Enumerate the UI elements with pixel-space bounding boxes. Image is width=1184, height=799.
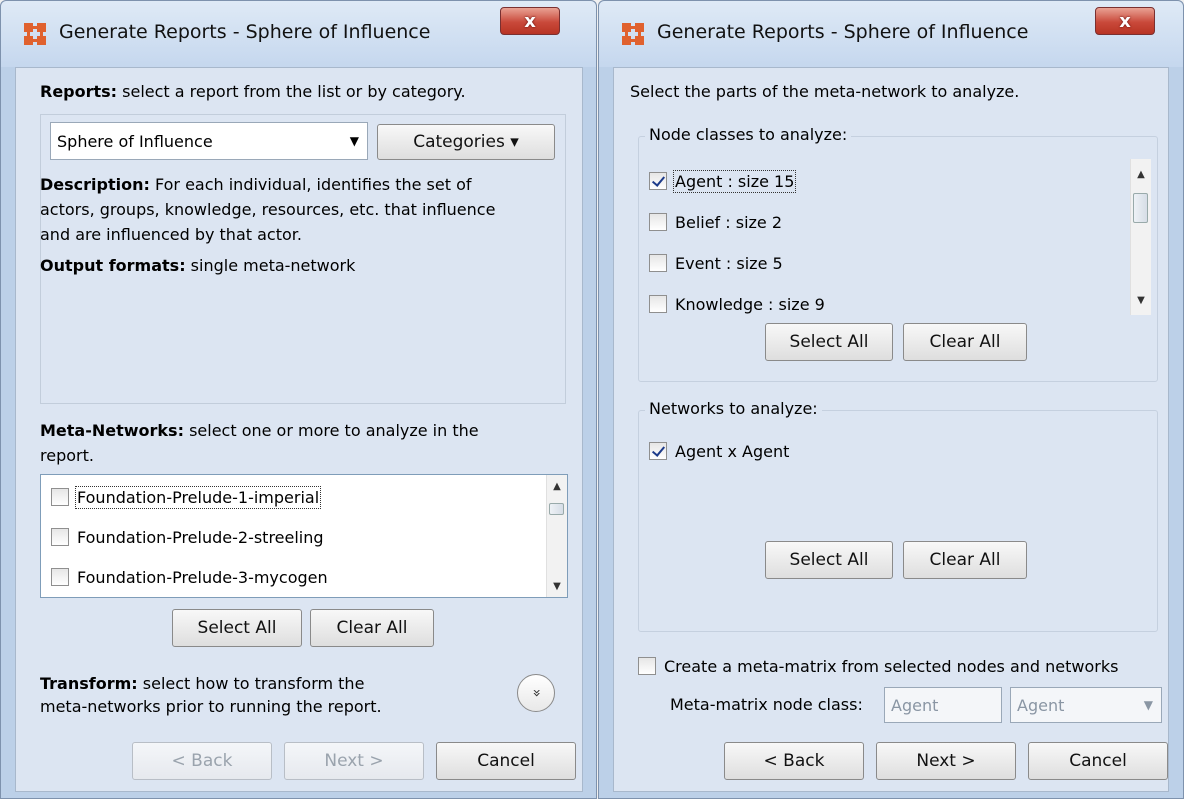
select-all-networks-button[interactable]: Select All [765,541,893,579]
next-button[interactable]: Next > [876,742,1016,780]
close-button[interactable]: x [500,7,560,35]
wizard-content: Select the parts of the meta-network to … [613,67,1169,792]
list-item[interactable]: Knowledge : size 9 [649,288,825,315]
list-item[interactable]: Foundation-Prelude-3-mycogen [51,561,328,593]
checkbox[interactable] [649,442,667,460]
scrollbar[interactable]: ▲ ▼ [546,475,567,597]
output-formats: Output formats: single meta-network [40,256,356,275]
cancel-button[interactable]: Cancel [436,742,576,780]
checkbox[interactable] [638,657,656,675]
scroll-down-icon[interactable]: ▼ [1131,291,1151,309]
window-title: Generate Reports - Sphere of Influence [657,21,1029,43]
report-select[interactable]: Sphere of Influence ▼ [50,122,368,160]
networks-title: Networks to analyze: [645,399,822,418]
list-item[interactable]: Agent : size 15 [649,165,797,197]
list-item[interactable]: Belief : size 2 [649,206,782,238]
scrollbar[interactable]: ▲ ▼ [1130,159,1151,315]
meta-matrix-node-class-label: Meta-matrix node class: [670,695,863,714]
next-button[interactable]: Next > [284,742,424,780]
close-button[interactable]: x [1095,7,1155,35]
dropdown-arrow-icon: ▼ [349,134,359,148]
checkbox[interactable] [649,172,667,190]
generate-reports-window-right: Generate Reports - Sphere of Influence x… [598,0,1184,799]
scroll-thumb[interactable] [1133,193,1148,223]
close-icon: x [1119,10,1131,32]
meta-matrix-node-class-field[interactable]: Agent [884,687,1002,723]
categories-button[interactable]: Categories ▾ [377,124,555,160]
title-bar: Generate Reports - Sphere of Influence x [599,1,1183,67]
transform-label: Transform: select how to transform the m… [40,674,382,716]
list-item[interactable]: Foundation-Prelude-2-streeling [51,521,324,553]
node-classes-group: Node classes to analyze: Agent : size 15… [638,125,1158,382]
meta-networks-label: Meta-Networks: select one or more to ana… [40,421,479,465]
meta-matrix-option[interactable]: Create a meta-matrix from selected nodes… [638,650,1118,682]
clear-all-networks-button[interactable]: Clear All [903,541,1027,579]
checkbox[interactable] [51,488,69,506]
app-network-icon [24,23,46,45]
networks-group: Networks to analyze: Agent x Agent Selec… [638,399,1158,632]
title-bar: Generate Reports - Sphere of Influence x [1,1,596,67]
cancel-button[interactable]: Cancel [1028,742,1168,780]
meta-matrix-node-class-select[interactable]: Agent ▼ [1010,687,1162,723]
checkbox[interactable] [649,254,667,272]
list-item[interactable]: Agent x Agent [649,435,789,467]
node-classes-title: Node classes to analyze: [645,125,852,144]
close-icon: x [524,10,536,32]
scroll-thumb[interactable] [549,503,564,515]
back-button[interactable]: < Back [132,742,272,780]
window-title: Generate Reports - Sphere of Influence [59,21,431,43]
app-network-icon [622,23,644,45]
select-all-nodes-button[interactable]: Select All [765,323,893,361]
scroll-up-icon[interactable]: ▲ [547,477,567,495]
dropdown-arrow-icon: ▼ [1143,698,1153,712]
checkbox[interactable] [649,295,667,313]
node-classes-list[interactable]: Agent : size 15 Belief : size 2 Event : … [647,159,1151,315]
back-button[interactable]: < Back [724,742,864,780]
checkbox[interactable] [51,528,69,546]
checkbox[interactable] [649,213,667,231]
expand-transform-button[interactable]: » [517,674,555,712]
list-item[interactable]: Foundation-Prelude-1-imperial [51,481,322,513]
checkbox[interactable] [51,568,69,586]
wizard-content: Reports: select a report from the list o… [15,67,583,792]
reports-label: Reports: select a report from the list o… [40,82,466,101]
scroll-up-icon[interactable]: ▲ [1131,165,1151,183]
intro-text: Select the parts of the meta-network to … [630,82,1020,101]
list-item[interactable]: Event : size 5 [649,247,783,279]
double-chevron-down-icon: » [527,688,544,698]
clear-all-button[interactable]: Clear All [310,609,434,647]
select-all-button[interactable]: Select All [172,609,302,647]
clear-all-nodes-button[interactable]: Clear All [903,323,1027,361]
meta-networks-list[interactable]: Foundation-Prelude-1-imperial Foundation… [40,474,568,598]
scroll-down-icon[interactable]: ▼ [547,577,567,595]
generate-reports-window-left: Generate Reports - Sphere of Influence x… [0,0,597,799]
report-description: Description: For each individual, identi… [40,175,496,244]
